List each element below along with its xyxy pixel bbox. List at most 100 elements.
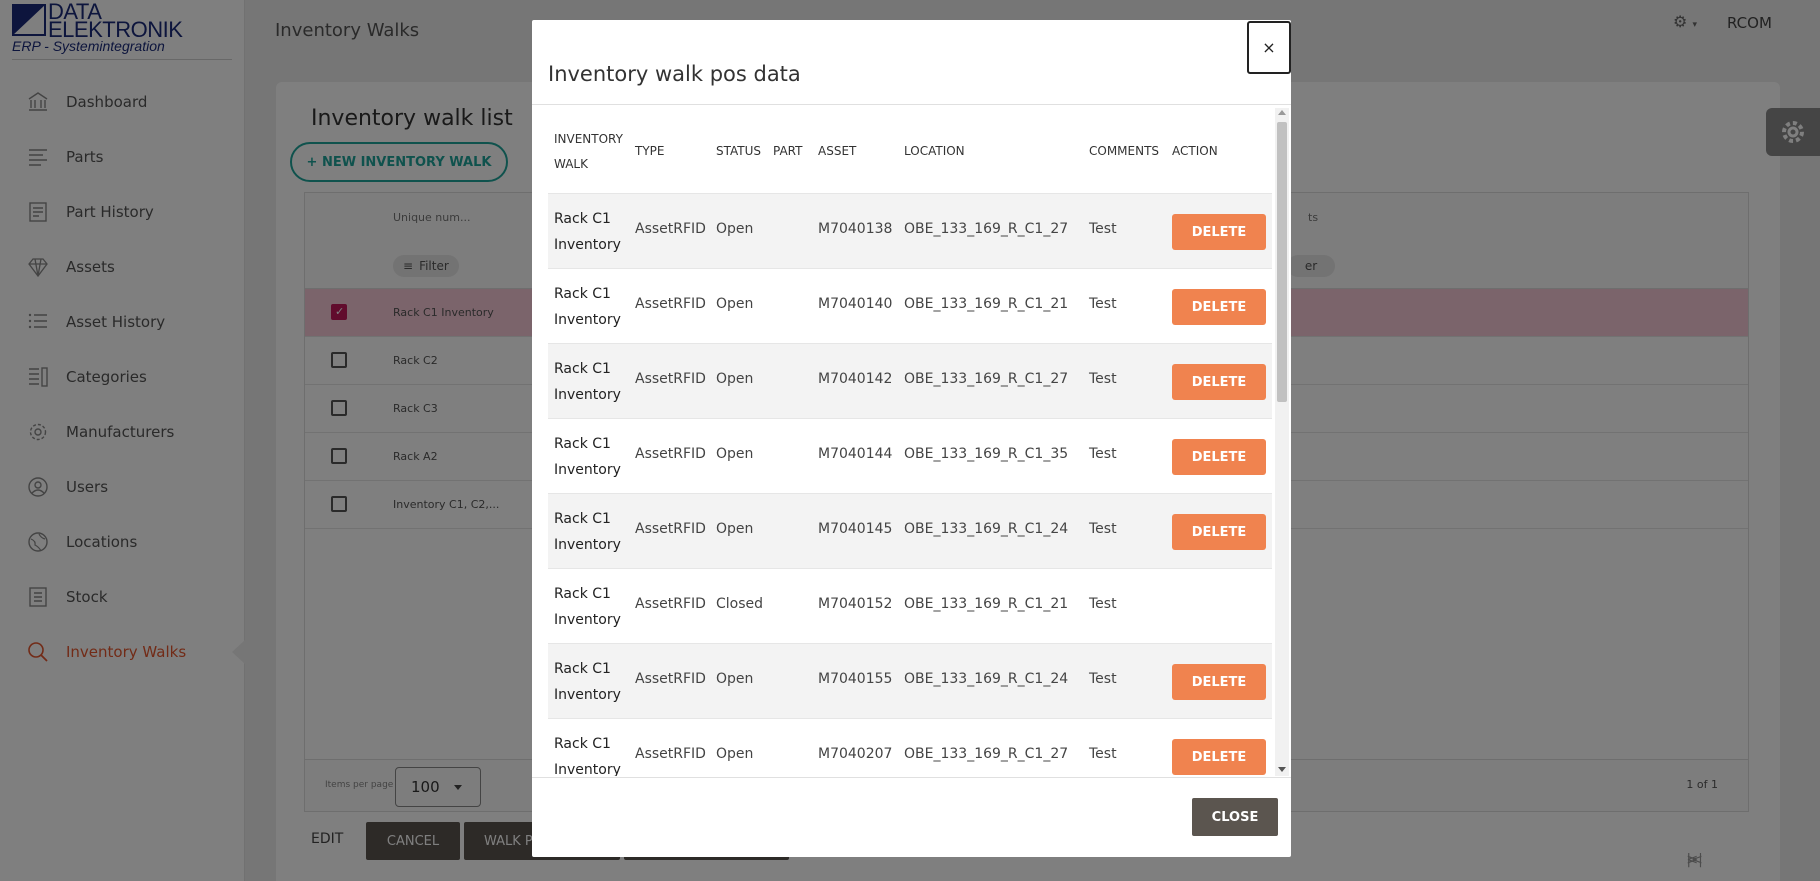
cell-line: Inventory <box>554 312 621 328</box>
delete-button[interactable]: DELETE <box>1172 664 1266 700</box>
table-row: Rack C1 Inventory AssetRFID Open M7040145… <box>548 494 1272 569</box>
cell-line: Rack C1 <box>554 436 611 452</box>
cell-comments: Test <box>1089 596 1117 612</box>
cell-line: Rack C1 <box>554 211 611 227</box>
cell-inventory-walk: Rack C1 Inventory <box>554 356 621 408</box>
cell-comments: Test <box>1089 296 1117 312</box>
cell-status: Closed <box>716 596 764 612</box>
scroll-up-icon[interactable] <box>1278 110 1286 115</box>
cell-location: OBE_133_169_R_C1_35 <box>904 446 1069 462</box>
cell-comments: Test <box>1089 671 1117 687</box>
cell-line: Rack C1 <box>554 586 611 602</box>
cell-type: AssetRFID <box>635 746 706 762</box>
table-row: Rack C1 Inventory AssetRFID Open M7040207… <box>548 719 1272 776</box>
table-row: Rack C1 Inventory AssetRFID Open M7040138… <box>548 194 1272 269</box>
cell-comments: Test <box>1089 221 1117 237</box>
table-row: Rack C1 Inventory AssetRFID Open M7040155… <box>548 644 1272 719</box>
cell-comments: Test <box>1089 521 1117 537</box>
cell-location: OBE_133_169_R_C1_24 <box>904 521 1069 537</box>
cell-line: Rack C1 <box>554 661 611 677</box>
column-header-part[interactable]: PART <box>773 139 802 164</box>
cell-asset: M7040140 <box>818 296 893 312</box>
cell-asset: M7040142 <box>818 371 893 387</box>
table-row: Rack C1 Inventory AssetRFID Open M7040142… <box>548 344 1272 419</box>
inventory-walk-pos-modal: Inventory walk pos data × INVENTORY WALK… <box>532 20 1291 857</box>
table-row: Rack C1 Inventory AssetRFID Open M7040140… <box>548 269 1272 344</box>
column-header-asset[interactable]: ASSET <box>818 139 856 164</box>
column-header-comments[interactable]: COMMENTS <box>1089 139 1159 164</box>
cell-status: Open <box>716 746 754 762</box>
cell-status: Open <box>716 671 754 687</box>
cell-inventory-walk: Rack C1 Inventory <box>554 206 621 258</box>
cell-comments: Test <box>1089 446 1117 462</box>
cell-asset: M7040145 <box>818 521 893 537</box>
cell-type: AssetRFID <box>635 221 706 237</box>
cell-asset: M7040138 <box>818 221 893 237</box>
cell-status: Open <box>716 296 754 312</box>
cell-status: Open <box>716 446 754 462</box>
modal-scrollbar[interactable] <box>1275 108 1289 776</box>
close-button[interactable]: CLOSE <box>1192 798 1278 836</box>
cell-line: Rack C1 <box>554 736 611 752</box>
cell-line: Inventory <box>554 537 621 553</box>
cell-asset: M7040152 <box>818 596 893 612</box>
delete-button[interactable]: DELETE <box>1172 214 1266 250</box>
delete-button[interactable]: DELETE <box>1172 739 1266 775</box>
cell-location: OBE_133_169_R_C1_27 <box>904 221 1069 237</box>
table-row: Rack C1 Inventory AssetRFID Open M7040144… <box>548 419 1272 494</box>
cell-asset: M7040155 <box>818 671 893 687</box>
cell-line: Inventory <box>554 612 621 628</box>
cell-location: OBE_133_169_R_C1_27 <box>904 746 1069 762</box>
cell-inventory-walk: Rack C1 Inventory <box>554 656 621 708</box>
scroll-down-icon[interactable] <box>1278 767 1286 772</box>
cell-asset: M7040144 <box>818 446 893 462</box>
cell-line: Rack C1 <box>554 511 611 527</box>
cell-location: OBE_133_169_R_C1_21 <box>904 296 1069 312</box>
cell-line: Inventory <box>554 462 621 478</box>
cell-inventory-walk: Rack C1 Inventory <box>554 281 621 333</box>
header-line: INVENTORY <box>554 132 623 146</box>
divider <box>532 777 1291 778</box>
cell-location: OBE_133_169_R_C1_24 <box>904 671 1069 687</box>
cell-inventory-walk: Rack C1 Inventory <box>554 731 621 776</box>
table-header: INVENTORY WALK TYPE STATUS PART ASSET LO… <box>548 108 1272 194</box>
close-icon[interactable]: × <box>1247 21 1291 74</box>
cell-inventory-walk: Rack C1 Inventory <box>554 431 621 483</box>
column-header-status[interactable]: STATUS <box>716 139 761 164</box>
column-header-inventory-walk[interactable]: INVENTORY WALK <box>554 127 623 177</box>
scrollbar-thumb[interactable] <box>1277 122 1287 402</box>
delete-button[interactable]: DELETE <box>1172 439 1266 475</box>
cell-location: OBE_133_169_R_C1_27 <box>904 371 1069 387</box>
delete-button[interactable]: DELETE <box>1172 364 1266 400</box>
table-row: Rack C1 Inventory AssetRFID Closed M70401… <box>548 569 1272 644</box>
delete-button[interactable]: DELETE <box>1172 514 1266 550</box>
cell-type: AssetRFID <box>635 371 706 387</box>
cell-status: Open <box>716 221 754 237</box>
divider <box>532 104 1291 105</box>
cell-type: AssetRFID <box>635 521 706 537</box>
cell-inventory-walk: Rack C1 Inventory <box>554 581 621 633</box>
cell-line: Rack C1 <box>554 361 611 377</box>
column-header-type[interactable]: TYPE <box>635 139 664 164</box>
cell-comments: Test <box>1089 371 1117 387</box>
cell-location: OBE_133_169_R_C1_21 <box>904 596 1069 612</box>
cell-status: Open <box>716 371 754 387</box>
cell-line: Inventory <box>554 762 621 776</box>
cell-type: AssetRFID <box>635 671 706 687</box>
cell-asset: M7040207 <box>818 746 893 762</box>
cell-line: Inventory <box>554 237 621 253</box>
pos-data-table: INVENTORY WALK TYPE STATUS PART ASSET LO… <box>548 108 1272 776</box>
cell-status: Open <box>716 521 754 537</box>
column-header-action[interactable]: ACTION <box>1172 139 1218 164</box>
cell-type: AssetRFID <box>635 446 706 462</box>
modal-body[interactable]: INVENTORY WALK TYPE STATUS PART ASSET LO… <box>548 108 1272 776</box>
modal-title: Inventory walk pos data <box>548 62 801 86</box>
delete-button[interactable]: DELETE <box>1172 289 1266 325</box>
cell-line: Rack C1 <box>554 286 611 302</box>
cell-comments: Test <box>1089 746 1117 762</box>
cell-type: AssetRFID <box>635 596 706 612</box>
cell-inventory-walk: Rack C1 Inventory <box>554 506 621 558</box>
cell-line: Inventory <box>554 387 621 403</box>
cell-line: Inventory <box>554 687 621 703</box>
column-header-location[interactable]: LOCATION <box>904 139 965 164</box>
